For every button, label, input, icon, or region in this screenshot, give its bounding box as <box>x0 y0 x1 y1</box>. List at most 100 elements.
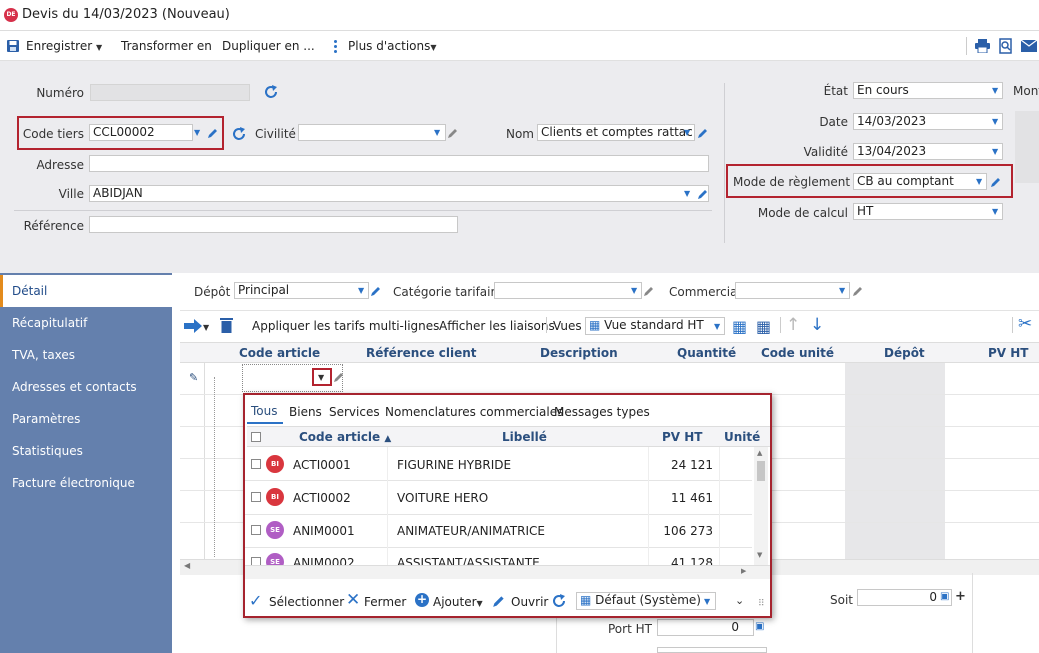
chevron-down-icon[interactable]: ▼ <box>194 128 200 137</box>
save-button[interactable]: Enregistrer ▼ <box>26 39 102 53</box>
tab-services[interactable]: Services <box>329 405 380 419</box>
column-header[interactable]: PV HT <box>662 430 703 444</box>
edit-pencil-icon[interactable] <box>447 127 459 139</box>
email-icon[interactable] <box>1021 40 1037 52</box>
refresh-icon[interactable] <box>551 592 568 609</box>
mode-reglement-select[interactable]: CB au comptant <box>853 173 987 190</box>
transform-button[interactable]: Transformer en <box>121 39 212 53</box>
select-all-checkbox[interactable] <box>251 432 261 442</box>
chevron-down-icon[interactable]: ▼ <box>684 189 690 198</box>
arrow-right-icon[interactable] <box>184 319 202 333</box>
grid-icon[interactable]: ▦ <box>732 317 747 336</box>
chevron-down-icon[interactable]: ▼ <box>358 286 364 295</box>
chevron-down-icon[interactable]: ⌄ <box>735 594 744 607</box>
nom-input[interactable]: Clients et comptes rattac <box>537 124 695 141</box>
edit-pencil-icon[interactable] <box>370 285 382 297</box>
soit-input[interactable]: 0 <box>857 589 952 606</box>
column-header[interactable]: PV HT <box>988 346 1029 360</box>
code-article-dropdown-button[interactable]: ▼ <box>312 368 332 386</box>
sidebar-item-adresses[interactable]: Adresses et contacts <box>0 371 172 403</box>
port-input[interactable]: 0 <box>657 619 754 636</box>
scroll-right-icon[interactable]: ▶ <box>741 567 746 575</box>
mode-calcul-select[interactable]: HT <box>853 203 1003 220</box>
chevron-down-icon[interactable]: ▼ <box>631 286 637 295</box>
duplicate-button[interactable]: Dupliquer en ... <box>222 39 315 53</box>
close-button[interactable]: Fermer <box>364 595 406 609</box>
code-tiers-input[interactable]: CCL00002 <box>89 124 193 141</box>
commercial-select[interactable] <box>735 282 850 299</box>
column-header[interactable]: Code article <box>239 346 320 360</box>
scroll-down-icon[interactable]: ▼ <box>757 551 762 559</box>
vertical-scrollbar[interactable]: ▲ ▼ <box>754 447 768 565</box>
row-checkbox[interactable] <box>251 525 261 535</box>
view-select[interactable]: ▦ Vue standard HT <box>585 317 725 335</box>
save-icon[interactable] <box>6 39 20 53</box>
column-header[interactable]: Quantité <box>677 346 736 360</box>
depot-select[interactable]: Principal <box>234 282 369 299</box>
popup-horizontal-scrollbar[interactable]: ▶ <box>245 565 770 579</box>
table-row[interactable]: BI ACTI0001 FIGURINE HYBRIDE 24 121 <box>245 447 752 480</box>
arrow-down-icon[interactable]: ↓ <box>810 315 824 335</box>
chevron-down-icon[interactable]: ▼ <box>992 147 998 156</box>
edit-pencil-icon[interactable] <box>333 371 345 383</box>
refresh-icon[interactable] <box>230 125 248 143</box>
edit-pencil-icon[interactable] <box>990 176 1002 188</box>
select-button[interactable]: Sélectionner <box>269 595 344 609</box>
scroll-thumb[interactable] <box>757 461 765 481</box>
tab-tous[interactable]: Tous <box>247 400 283 424</box>
edit-pencil-icon[interactable] <box>697 127 709 139</box>
resize-grip-icon[interactable]: ⠿ <box>758 599 765 609</box>
edit-pencil-icon[interactable] <box>852 285 864 297</box>
chevron-down-icon[interactable]: ▼ <box>992 117 998 126</box>
chevron-down-icon[interactable]: ▼ <box>704 597 710 606</box>
open-button[interactable]: Ouvrir <box>511 595 548 609</box>
cut-icon[interactable]: ✂ <box>1018 314 1032 334</box>
chevron-down-icon[interactable]: ▼ <box>992 86 998 95</box>
show-links-button[interactable]: Afficher les liaisons <box>439 319 555 333</box>
apply-tariffs-button[interactable]: Appliquer les tarifs multi-lignes <box>252 319 439 333</box>
chevron-down-icon[interactable]: ▼ <box>992 207 998 216</box>
plus-icon[interactable]: + <box>955 589 966 604</box>
chevron-down-icon[interactable]: ▼ <box>203 323 209 332</box>
sidebar-item-parametres[interactable]: Paramètres <box>0 403 172 435</box>
chevron-down-icon[interactable]: ▼ <box>839 286 845 295</box>
validite-input[interactable]: 13/04/2023 <box>853 143 1003 160</box>
column-header[interactable]: Dépôt <box>884 346 925 360</box>
reference-input[interactable] <box>89 216 458 233</box>
grid-settings-icon[interactable]: ▦ <box>756 317 771 336</box>
chevron-down-icon[interactable]: ▼ <box>434 128 440 137</box>
edit-pencil-icon[interactable] <box>697 188 709 200</box>
layout-select[interactable]: ▦ Défaut (Système) <box>576 592 716 610</box>
edit-pencil-icon[interactable] <box>207 127 219 139</box>
trash-icon[interactable] <box>220 317 233 333</box>
tab-nomenclatures[interactable]: Nomenclatures commerciales <box>385 405 563 419</box>
ville-input[interactable]: ABIDJAN <box>89 185 709 202</box>
column-header[interactable]: Code article ▲ <box>299 430 391 444</box>
sidebar-item-statistiques[interactable]: Statistiques <box>0 435 172 467</box>
categorie-select[interactable] <box>494 282 642 299</box>
sidebar-item-facture[interactable]: Facture électronique <box>0 467 172 499</box>
chevron-down-icon[interactable]: ▼ <box>684 128 690 137</box>
more-actions-button[interactable]: Plus d'actions▼ <box>348 39 437 53</box>
calculator-icon[interactable]: ▣ <box>755 621 764 632</box>
add-button[interactable]: Ajouter▼ <box>433 595 483 609</box>
column-header[interactable]: Référence client <box>366 346 477 360</box>
row-checkbox[interactable] <box>251 459 261 469</box>
next-field[interactable] <box>657 647 767 653</box>
row-checkbox[interactable] <box>251 557 261 565</box>
print-icon[interactable] <box>975 39 990 53</box>
sidebar-item-tva[interactable]: TVA, taxes <box>0 339 172 371</box>
table-row[interactable]: SE ANIM0001 ANIMATEUR/ANIMATRICE 106 273 <box>245 515 752 548</box>
sidebar-item-recapitulatif[interactable]: Récapitulatif <box>0 307 172 339</box>
preview-icon[interactable] <box>999 38 1013 54</box>
row-checkbox[interactable] <box>251 492 261 502</box>
scroll-up-icon[interactable]: ▲ <box>757 449 762 457</box>
column-header[interactable]: Description <box>540 346 618 360</box>
date-input[interactable]: 14/03/2023 <box>853 113 1003 130</box>
adresse-input[interactable] <box>89 155 709 172</box>
column-header[interactable]: Code unité <box>761 346 834 360</box>
tab-biens[interactable]: Biens <box>289 405 322 419</box>
civilite-select[interactable] <box>298 124 446 141</box>
refresh-icon[interactable] <box>262 83 280 101</box>
chevron-down-icon[interactable]: ▼ <box>714 322 720 331</box>
